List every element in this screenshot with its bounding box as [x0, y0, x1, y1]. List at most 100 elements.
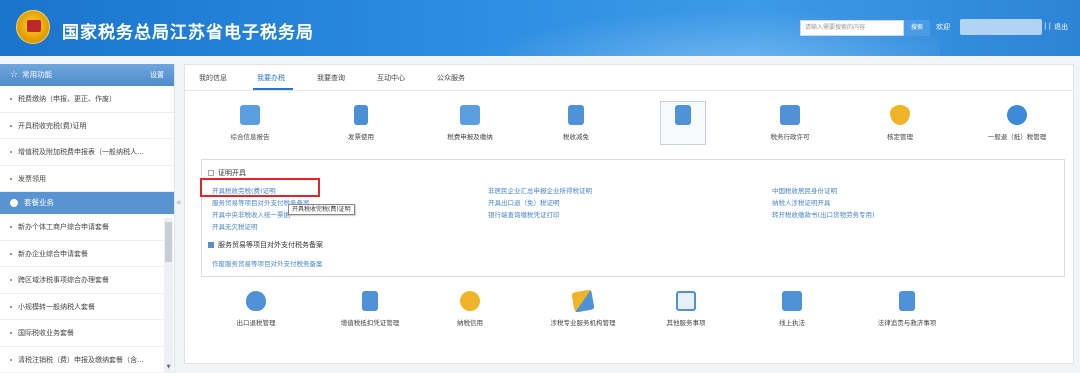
sidebar-item-label: 清税注销税（费）申报及缴纳套餐（含... [18, 356, 144, 364]
category-assessment[interactable]: 核定管理 [865, 105, 935, 141]
bullet-icon [10, 253, 12, 255]
search-button[interactable]: 搜索 [904, 20, 930, 36]
link-nonresident-summary[interactable]: 非居民企业汇总申报企业所得税证明 [488, 185, 592, 195]
category-tax-relief[interactable]: 税收减免 [541, 105, 611, 141]
link-bank-voucher-print[interactable]: 银行端查询缴税凭证打印 [488, 209, 560, 219]
tab-bar: 我的信息 我要办税 我要查询 互动中心 公众服务 [185, 65, 1073, 91]
bullet-icon [10, 359, 12, 361]
packages-title: 套餐业务 [24, 198, 54, 207]
square-bullet-icon [208, 242, 214, 248]
link-taxpayer-certificate[interactable]: 纳税人涉税证明开具 [772, 197, 831, 207]
sidebar-item[interactable]: 跨区域涉税事项综合办理套餐 [0, 267, 174, 294]
sidebar-item[interactable]: 增值税及附加税费申报表（一般纳税人... [0, 139, 174, 166]
link-transfer-payment-book[interactable]: 转开税收缴款书(出口货物劳务专用) [772, 209, 875, 219]
category-label: 涉税专业服务机构管理 [541, 317, 625, 327]
folder-icon [362, 291, 378, 311]
site-title: 国家税务总局江苏省电子税务局 [62, 18, 314, 43]
sidebar-item[interactable]: 新办个体工商户综合申请套餐 [0, 214, 174, 241]
category-agency-mgmt[interactable]: 涉税专业服务机构管理 [541, 291, 625, 327]
category-other-services[interactable]: 其他服务事项 [651, 291, 721, 327]
tab-interaction[interactable]: 互动中心 [377, 73, 405, 83]
package-icon [10, 199, 18, 207]
emblem-script [20, 44, 48, 52]
search-input[interactable]: 请输入需要搜索的内容 [800, 20, 904, 36]
welcome-text: 欢迎 [936, 22, 950, 32]
sidebar-item-label: 新办企业综合申请套餐 [18, 250, 88, 258]
category-export-refund[interactable]: 出口退税管理 [221, 291, 291, 327]
category-label: 其他服务事项 [651, 317, 721, 327]
bullet-icon [10, 279, 12, 281]
category-legal-remedy[interactable]: 法律追责与救济事项 [865, 291, 949, 327]
monitor-wave-icon [676, 291, 696, 311]
link-export-refund-certificate[interactable]: 开具出口退（免）税证明 [488, 197, 560, 207]
favorites-settings-link[interactable]: 设置 [150, 64, 164, 86]
section-title-text: 证明开具 [218, 169, 246, 177]
highlight-box [200, 178, 320, 197]
sidebar-item-label: 税费缴纳（申报、更正、作废） [18, 95, 116, 103]
bullet-icon [10, 151, 12, 153]
tab-public-service[interactable]: 公众服务 [437, 73, 465, 83]
category-label: 税收减免 [541, 131, 611, 141]
certificate-submenu: 证明开具 开具税收完税(费)证明 服务贸易等项目对外支付税务备案 开具中央非税收… [201, 159, 1065, 277]
scroll-down-arrow-icon[interactable]: ▼ [165, 364, 172, 370]
category-invoice[interactable]: 发票使用 [326, 105, 396, 141]
category-label: 出口退税管理 [221, 317, 291, 327]
badge-icon [780, 105, 800, 125]
link-tooltip: 开具税收完税(费)证明 [288, 204, 355, 215]
sidebar-item-label: 增值税及附加税费申报表（一般纳税人... [18, 148, 144, 156]
collapse-sidebar-icon[interactable]: « [176, 198, 182, 208]
favorites-title: 常用功能 [22, 70, 52, 79]
sidebar-item[interactable]: 清税注销税（费）申报及缴纳套餐（含... [0, 347, 174, 373]
active-tab-indicator [253, 88, 293, 90]
document-icon [354, 105, 368, 125]
bullet-icon [10, 125, 12, 127]
category-label: 核定管理 [865, 131, 935, 141]
category-label: 法律追责与救济事项 [865, 317, 949, 327]
username-redacted [960, 19, 1042, 35]
tab-my-info[interactable]: 我的信息 [199, 73, 227, 83]
category-refund[interactable]: 一般退（抵）税管理 [975, 105, 1059, 141]
sidebar-item[interactable]: 新办企业综合申请套餐 [0, 241, 174, 268]
sidebar-item[interactable]: 国际税收业务套餐 [0, 320, 174, 347]
star-icon: ☆ [10, 70, 18, 80]
link-no-arrears-certificate[interactable]: 开具无欠税证明 [212, 221, 258, 231]
bullet-icon [10, 178, 12, 180]
tax-emblem-icon [16, 10, 50, 44]
section-title-text: 服务贸易等项目对外支付税务备案 [218, 241, 323, 249]
shield-icon [890, 105, 910, 125]
packages-header[interactable]: 套餐业务 [0, 192, 174, 214]
category-admin-license[interactable]: 税务行政许可 [755, 105, 825, 141]
logout-link[interactable]: 退出 [1054, 22, 1068, 32]
bullet-icon [10, 226, 12, 228]
scrollbar-thumb[interactable] [165, 222, 172, 262]
category-label: 增值税抵扣凭证管理 [327, 317, 413, 327]
sidebar-item[interactable]: 发票领用 [0, 166, 174, 193]
category-info-report[interactable]: 综合信息报告 [215, 105, 285, 141]
tab-query[interactable]: 我要查询 [317, 73, 345, 83]
tab-handle-tax[interactable]: 我要办税 [257, 73, 285, 83]
link-central-nontax-bill[interactable]: 开具中央非税收入统一票据 [212, 209, 290, 219]
sidebar-item-label: 国际税收业务套餐 [18, 329, 74, 337]
sidebar-item-label: 发票领用 [18, 175, 46, 183]
a-translate-icon [782, 291, 802, 311]
category-label: 综合信息报告 [215, 131, 285, 141]
category-tax-credit[interactable]: 纳税信用 [435, 291, 505, 327]
link-tax-resident-certificate[interactable]: 中国税收居民身份证明 [772, 185, 837, 195]
category-label: 纳税信用 [435, 317, 505, 327]
bullet-icon [10, 332, 12, 334]
sidebar-item[interactable]: 开具税收完税(费)证明 [0, 113, 174, 140]
top-banner: 国家税务总局江苏省电子税务局 请输入需要搜索的内容 搜索 欢迎 | | 退出 [0, 0, 1080, 56]
sidebar-item[interactable]: 小规模转一般纳税人套餐 [0, 294, 174, 321]
category-certificate[interactable]: 证明开具 [648, 105, 718, 141]
checkbox-icon [208, 170, 214, 176]
category-vat-deduction[interactable]: 增值税抵扣凭证管理 [327, 291, 413, 327]
sidebar-item-label: 开具税收完税(费)证明 [18, 122, 86, 130]
sidebar-item[interactable]: 税费缴纳（申报、更正、作废） [0, 86, 174, 113]
bar-chart-icon [568, 105, 584, 125]
sidebar-item-label: 小规模转一般纳税人套餐 [18, 303, 95, 311]
category-online-enforcement[interactable]: 线上执法 [757, 291, 827, 327]
category-declare-pay[interactable]: 税费申报及缴纳 [435, 105, 505, 141]
sidebar-scrollbar[interactable]: ▼ [164, 218, 173, 372]
category-label: 发票使用 [326, 131, 396, 141]
link-void-filing[interactable]: 作废服务贸易等项目对外支付税务备案 [212, 258, 323, 268]
